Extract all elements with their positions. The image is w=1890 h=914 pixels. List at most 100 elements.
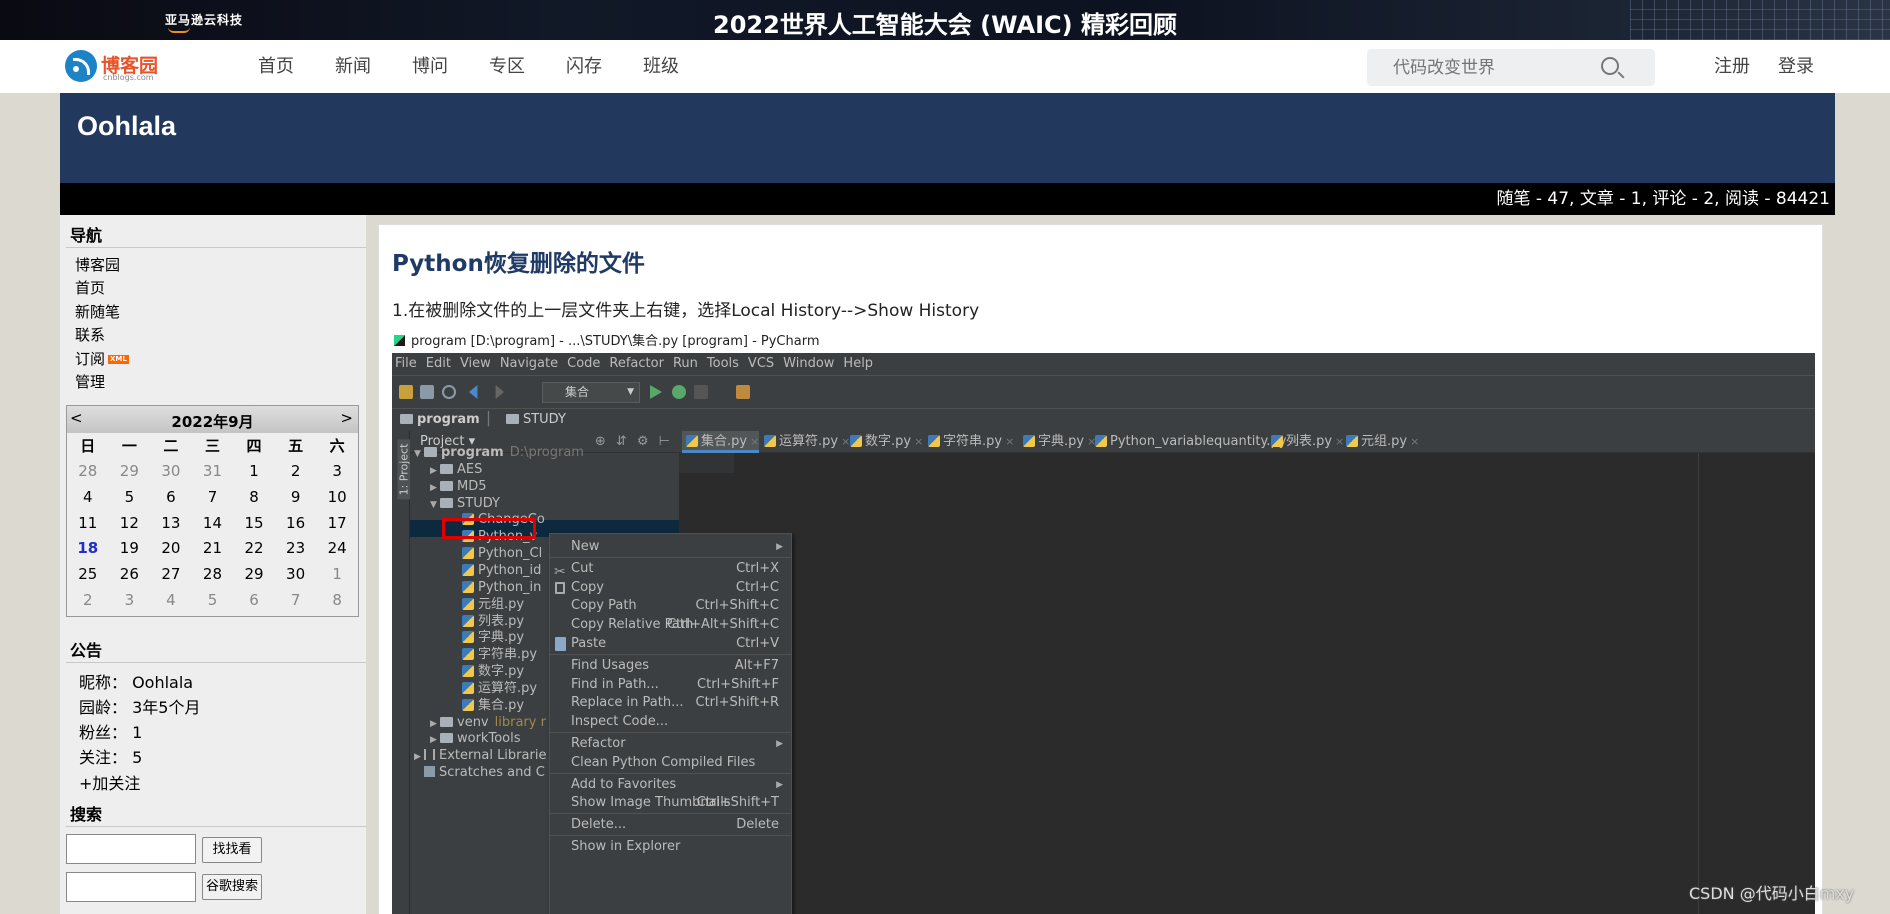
pycharm-menu-code: Code [567,356,601,371]
google-search-input[interactable] [66,872,196,902]
sidebar-link-home[interactable]: 首页 [75,277,129,300]
blog-name[interactable]: Oohlala [77,111,176,142]
calendar-day: 9 [290,487,301,506]
google-search-button[interactable]: 谷歌搜索 [202,874,262,900]
context-menu-shortcut: Delete [736,817,779,833]
pycharm-menu-refactor: Refactor [609,356,664,371]
rss-xml-icon[interactable]: XML [108,354,129,364]
calendar-day: 6 [166,487,176,506]
breadcrumb-item: program [417,412,480,427]
nav-news[interactable]: 新闻 [335,40,371,93]
pycharm-toolbar: 集合 [392,375,1815,408]
calendar-day: 13 [161,513,181,532]
editor-tab: 字符串.py × [924,431,1014,453]
pycharm-menu-tools: Tools [706,356,739,371]
close-icon: × [914,435,924,448]
tree-item: Python_id [462,562,541,579]
pycharm-menu-navigate: Navigate [499,356,559,371]
tree-item: ▶ MD5 [430,478,487,495]
context-menu-label: Copy Path [571,598,637,614]
sidebar-link-new-post[interactable]: 新随笔 [75,301,129,324]
calendar-header: < 2022年9月 > [67,406,358,433]
nav-home[interactable]: 首页 [258,40,294,93]
login-link[interactable]: 登录 [1778,40,1814,93]
follow-link[interactable]: +加关注 [79,770,140,794]
nav-questions[interactable]: 博问 [412,40,448,93]
sidebar-link-subscribe[interactable]: 订阅 XML [75,348,129,371]
calendar-day: 24 [327,539,347,558]
calendar-weekdays: 日 一 二 三 四 五 六 [67,437,358,455]
tree-item: ▶ workTools [430,730,520,747]
submenu-arrow-icon: ▶ [776,779,783,790]
context-menu-label: Inspect Code... [571,714,669,730]
search-section-title: 搜索 [70,805,103,824]
ad-banner[interactable]: 亚马逊云科技 2022世界人工智能大会 (WAIC) 精彩回顾 [0,0,1890,40]
editor-tab-label: 集合.py [701,434,748,449]
site-navbar: 博客园 cnblogs.com 首页 新闻 博问 专区 闪存 班级 注册 登录 [0,40,1890,93]
blog-search-button[interactable]: 找找看 [202,837,262,863]
context-menu-label: Find Usages [571,657,650,673]
editor-tabs: 集合.py × 运算符.py × 数字.py × 字符串.py × 字典.py × Python_v… [679,431,1815,453]
cnblogs-logo-icon[interactable] [65,50,97,82]
sidebar-link-manage[interactable]: 管理 [75,371,129,394]
calendar-day: 4 [83,487,93,506]
register-link[interactable]: 注册 [1714,40,1750,93]
context-menu-item: Show in Explorer [550,837,791,857]
context-menu-item: Show Image Thumbnails Ctrl+Shift+T [550,793,791,813]
save-icon [420,385,434,399]
nav-flash[interactable]: 闪存 [566,40,602,93]
context-menu-shortcut: Ctrl+Shift+C [695,598,779,614]
main-nav: 首页 新闻 博问 专区 闪存 班级 [258,40,720,93]
calendar-day: 27 [161,565,181,584]
context-menu-item: Inspect Code... [550,712,791,732]
context-menu-label: Show in Explorer [571,839,681,854]
context-menu-shortcut: Ctrl+Alt+Shift+C [666,617,779,633]
tree-item-label: Scratches and C [439,765,545,781]
library-icon [424,749,435,761]
calendar-day: 22 [244,539,264,558]
nav-zones[interactable]: 专区 [489,40,525,93]
site-search-input[interactable] [1367,49,1607,86]
weekday-label: 五 [288,437,304,455]
editor-tab-label: 列表.py [1286,434,1333,449]
tree-item-label: program [441,445,504,460]
folder-icon [440,733,453,744]
tree-item: ▶ venv library r [430,714,546,731]
editor-tab: 集合.py × [682,431,760,453]
context-menu-label: Copy [571,579,604,595]
tree-item-label: 运算符.py [478,680,538,696]
folder-icon [505,414,519,424]
tree-item-label: 字典.py [478,630,525,646]
context-menu-shortcut: Ctrl+C [735,579,779,595]
back-arrow-icon [469,385,478,399]
calendar-day: 2 [290,462,301,480]
search-icon[interactable] [1601,57,1619,75]
sidebar-link-cnblogs[interactable]: 博客园 [75,254,129,277]
divider [66,662,366,663]
calendar-day: 5 [124,487,135,506]
tree-item: ▶ AES [430,461,482,478]
editor-tab-label: Python_variablequantity.py [1110,434,1287,449]
calendar-day: 7 [290,590,301,609]
calendar-days: 28 29 30 31 1 2 3 4 5 6 7 8 9 10 11 12 13 14 15 16 17 18 19 20 2… [67,459,358,614]
banner-title: 2022世界人工智能大会 (WAIC) 精彩回顾 [713,11,1177,39]
calendar-day: 1 [249,462,259,480]
editor-right-margin [1698,453,1699,914]
calendar-next-month[interactable]: > [340,409,353,427]
tree-item: 元组.py [462,596,524,613]
post-title[interactable]: Python恢复删除的文件 [392,244,645,278]
run-icon [650,385,662,399]
calendar-day: 20 [161,539,181,558]
tree-item: 字典.py [462,629,524,646]
blog-search-input[interactable] [66,834,196,864]
sidebar-link-contact[interactable]: 联系 [75,324,129,347]
python-file-icon [462,681,474,694]
tree-item-path: library r [494,714,546,730]
open-folder-icon [399,385,413,399]
tree-item: ▼ program D:\program [414,444,584,461]
tree-item-label: 字符串.py [478,647,538,663]
context-menu-separator [550,653,791,655]
divider [66,247,366,248]
context-menu-label: New [571,539,600,554]
nav-classes[interactable]: 班级 [643,40,679,93]
